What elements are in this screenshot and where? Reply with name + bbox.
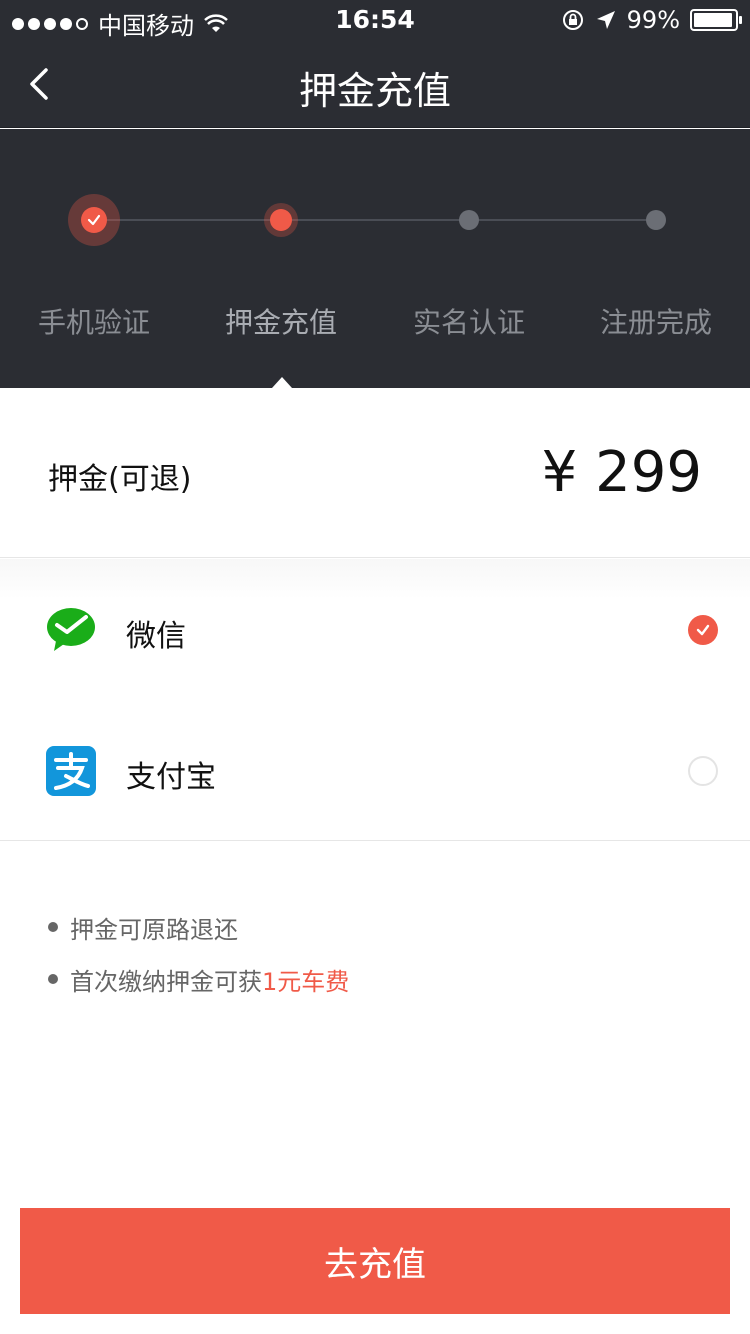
step-label-deposit: 押金充值	[224, 306, 337, 339]
payment-label-wechat: 微信	[126, 619, 186, 654]
note-highlight: 1元车费	[262, 967, 350, 996]
location-arrow-icon	[596, 11, 615, 29]
registration-steps: 手机验证 押金充值 实名认证 注册完成	[0, 129, 750, 388]
bullet-icon	[48, 974, 58, 984]
page-title: 押金充值	[298, 69, 451, 113]
note-item: 押金可原路退还	[48, 910, 349, 944]
steps-connector-line	[94, 219, 656, 221]
step-3-indicator	[459, 210, 479, 230]
note-text: 押金可原路退还	[70, 915, 238, 944]
payment-methods: 微信 支付宝	[0, 559, 750, 841]
step-label-real-name: 实名认证	[412, 306, 525, 339]
step-1-done-indicator	[68, 194, 120, 246]
payment-option-alipay[interactable]: 支付宝	[0, 700, 750, 841]
battery-icon	[690, 9, 742, 31]
step-4-indicator	[646, 210, 666, 230]
payment-label-alipay: 支付宝	[126, 760, 216, 795]
current-step-pointer	[272, 377, 292, 388]
status-right: 99%	[561, 6, 742, 34]
charge-button[interactable]: 去充值	[20, 1208, 730, 1314]
battery-percent: 99%	[626, 6, 680, 34]
deposit-row: 押金(可退) ¥ 299	[0, 388, 750, 558]
payment-option-wechat[interactable]: 微信	[0, 559, 750, 700]
note-item: 首次缴纳押金可获 1元车费	[48, 962, 349, 996]
note-text: 首次缴纳押金可获	[70, 967, 262, 996]
radio-unchecked-icon[interactable]	[688, 756, 718, 786]
checkmark-icon	[87, 214, 101, 226]
step-label-complete: 注册完成	[599, 306, 712, 339]
step-2-current-indicator	[270, 209, 292, 231]
bullet-icon	[48, 922, 58, 932]
orientation-lock-icon	[562, 10, 583, 30]
step-label-phone-verify: 手机验证	[37, 306, 150, 339]
nav-bar: 押金充值	[0, 40, 750, 128]
status-bar: 中国移动 16:54 99%	[0, 0, 750, 40]
deposit-label: 押金(可退)	[48, 462, 192, 497]
deposit-amount: ¥ 299	[541, 440, 702, 505]
alipay-icon	[46, 746, 96, 796]
checkmark-icon	[696, 624, 710, 636]
deposit-notes: 押金可原路退还 首次缴纳押金可获 1元车费	[48, 910, 349, 1014]
radio-checked-icon[interactable]	[688, 615, 718, 645]
wechat-icon	[47, 608, 95, 651]
